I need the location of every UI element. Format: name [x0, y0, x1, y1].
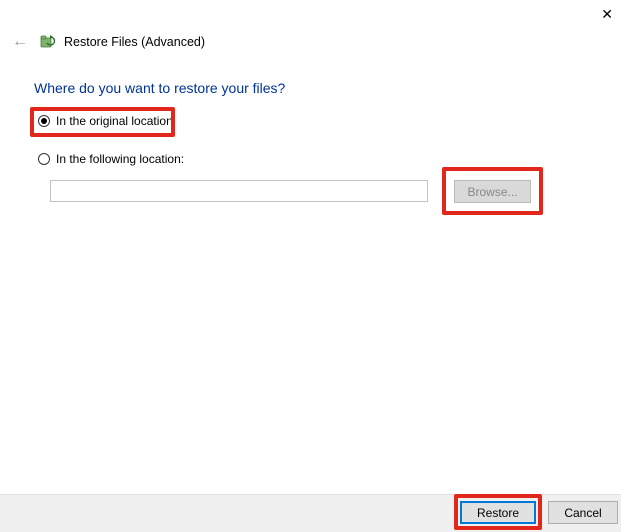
radio-following-label: In the following location:	[56, 152, 184, 166]
restore-button[interactable]: Restore	[460, 501, 536, 524]
radio-original-location[interactable]: In the original location	[38, 114, 173, 128]
header: ← Restore Files (Advanced)	[8, 30, 613, 54]
back-icon[interactable]: ←	[8, 31, 32, 53]
radio-original-label: In the original location	[56, 114, 173, 128]
page-heading: Where do you want to restore your files?	[34, 80, 285, 96]
window-title: Restore Files (Advanced)	[64, 35, 205, 49]
restore-icon	[40, 34, 56, 50]
close-icon[interactable]: ✕	[601, 6, 613, 23]
cancel-button[interactable]: Cancel	[548, 501, 618, 524]
browse-button[interactable]: Browse...	[454, 180, 531, 203]
titlebar: ✕	[0, 0, 621, 28]
radio-following-location[interactable]: In the following location:	[38, 152, 184, 166]
radio-icon-unselected	[38, 153, 50, 165]
radio-icon-selected	[38, 115, 50, 127]
location-input[interactable]	[50, 180, 428, 202]
